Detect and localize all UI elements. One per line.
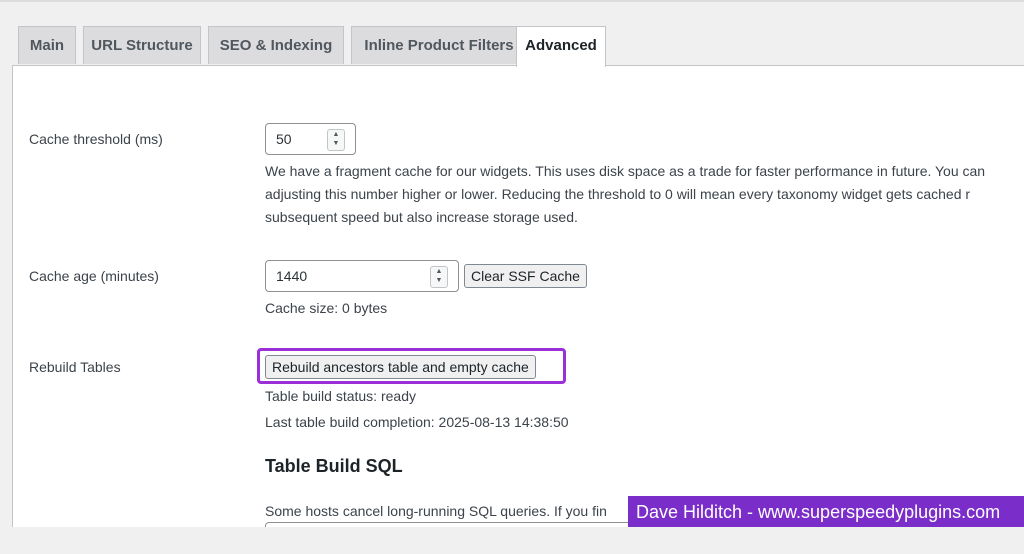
tab-seo-indexing[interactable]: SEO & Indexing <box>208 26 344 64</box>
cache-threshold-label: Cache threshold (ms) <box>29 131 163 147</box>
bottom-strip <box>0 527 1024 554</box>
table-build-sql-heading: Table Build SQL <box>265 456 403 476</box>
rebuild-ancestors-button[interactable]: Rebuild ancestors table and empty cache <box>265 355 536 379</box>
cache-age-input[interactable]: 1440 ▲ ▼ <box>265 260 459 292</box>
cache-threshold-description-line-1: We have a fragment cache for our widgets… <box>265 163 986 179</box>
cache-age-label: Cache age (minutes) <box>29 268 159 284</box>
tab-url-structure[interactable]: URL Structure <box>83 26 201 64</box>
cache-threshold-description-line-3: subsequent speed but also increase stora… <box>265 209 578 225</box>
author-watermark: Dave Hilditch - www.superspeedyplugins.c… <box>628 496 1024 528</box>
table-build-status: Table build status: ready <box>265 388 416 404</box>
clear-ssf-cache-button[interactable]: Clear SSF Cache <box>464 264 587 288</box>
cache-threshold-input[interactable]: 50 ▲ ▼ <box>265 123 356 155</box>
tab-advanced[interactable]: Advanced <box>516 26 606 67</box>
number-spinner-icon[interactable]: ▲ ▼ <box>327 129 345 151</box>
last-table-build-completion: Last table build completion: 2025-08-13 … <box>265 414 569 430</box>
tab-main[interactable]: Main <box>18 26 76 64</box>
tab-inline-product-filters[interactable]: Inline Product Filters <box>351 26 527 64</box>
cache-threshold-description-line-2: adjusting this number higher or lower. R… <box>265 186 971 202</box>
rebuild-tables-label: Rebuild Tables <box>29 359 121 375</box>
cache-age-value: 1440 <box>276 268 308 284</box>
table-build-sql-description: Some hosts cancel long-running SQL queri… <box>265 503 607 519</box>
number-spinner-icon[interactable]: ▲ ▼ <box>430 266 448 288</box>
cache-size-text: Cache size: 0 bytes <box>265 300 388 316</box>
top-border <box>0 0 1024 2</box>
cache-threshold-value: 50 <box>276 131 292 147</box>
settings-panel: Cache threshold (ms) 50 ▲ ▼ We have a fra… <box>12 65 1024 528</box>
